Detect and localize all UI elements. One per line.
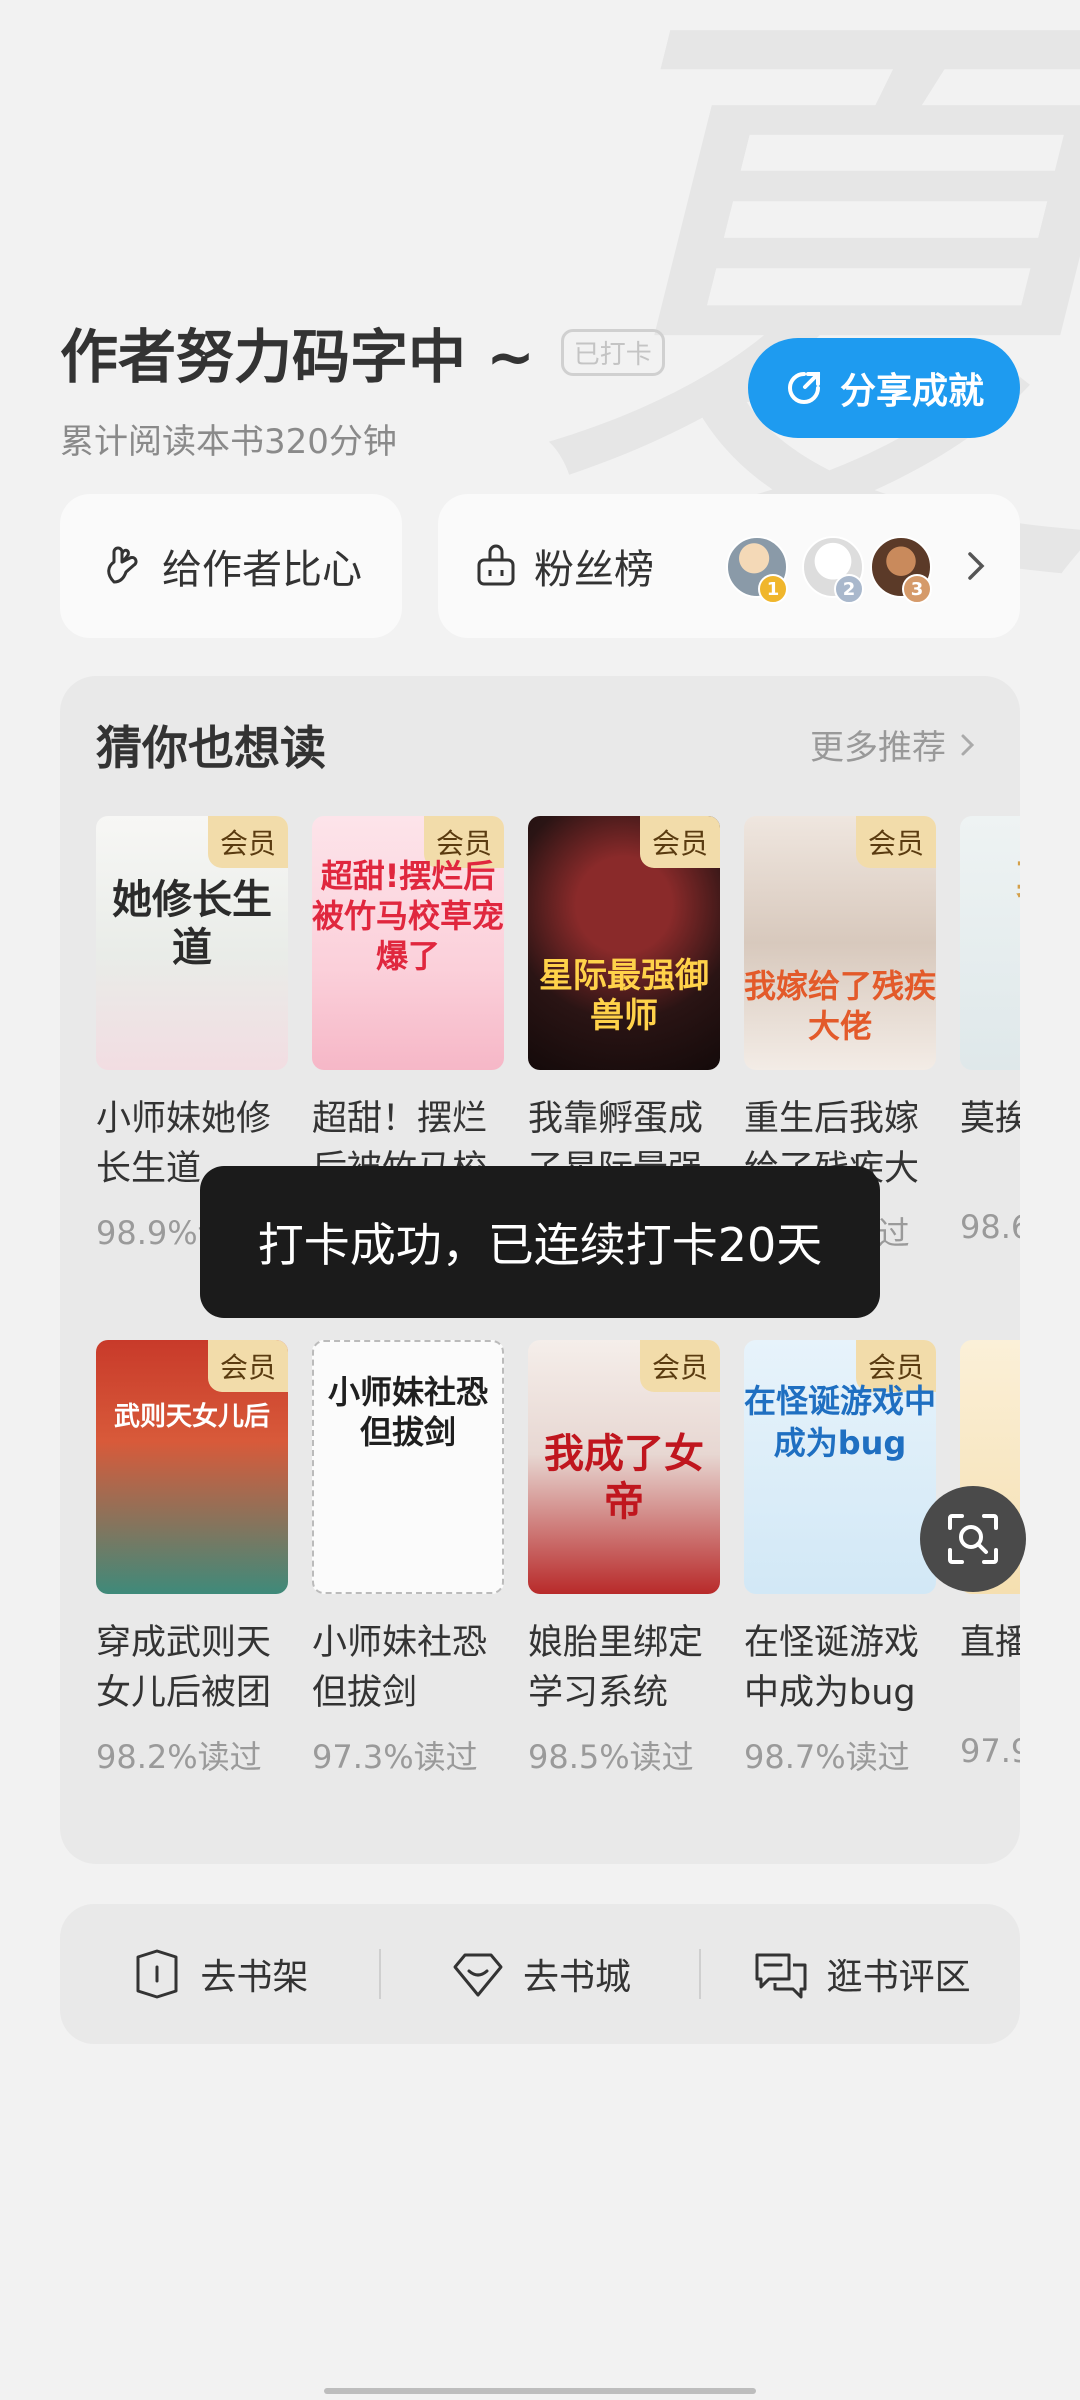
cover-title: 在怪诞游戏中成为bug	[744, 1382, 936, 1462]
bookshelf-icon	[136, 1949, 178, 1999]
checked-in-badge: 已打卡	[560, 328, 665, 376]
share-icon	[788, 372, 820, 404]
book-cover: 会员 她修长生道	[96, 816, 288, 1070]
vip-badge: 会员	[855, 816, 936, 868]
chevron-right-icon	[961, 734, 975, 755]
rank-badge: 1	[758, 574, 788, 604]
title-text: 作者努力码字中 ~	[60, 323, 535, 391]
page-title: 作者努力码字中 ~ 已打卡	[60, 310, 665, 394]
go-bookshelf-button[interactable]: 去书架	[60, 1947, 379, 2001]
bottom-action-bar: 去书架 去书城 逛书评区	[60, 1904, 1020, 2044]
chevron-right-icon	[964, 546, 988, 590]
rank-badge: 3	[902, 574, 932, 604]
book-cover: 小师妹社恐但拔剑	[312, 1340, 504, 1594]
book-title: 在怪诞游戏中成为bug	[744, 1623, 920, 1713]
book-title: 穿成武则天女儿后被团	[96, 1623, 272, 1713]
more-label: 更多推荐	[810, 728, 946, 768]
book-reviews-button[interactable]: 逛书评区	[701, 1947, 1020, 2001]
share-achievement-button[interactable]: 分享成就	[748, 338, 1020, 438]
reviews-label: 逛书评区	[826, 1957, 971, 1998]
finger-heart-icon	[100, 544, 144, 588]
fans-icon	[474, 544, 518, 588]
home-indicator[interactable]	[324, 2388, 756, 2394]
reading-time-text: 累计阅读本书320分钟	[60, 422, 397, 462]
rank-badge: 2	[834, 574, 864, 604]
book-title: 娘胎里绑定学习系统	[528, 1623, 704, 1713]
book-title: 小师妹社恐但拔剑	[312, 1623, 488, 1713]
cover-title: 武则天女儿后	[113, 1402, 270, 1432]
cover-title: 超甜!摆烂后被竹马校草宠爆了	[312, 857, 504, 975]
bookshelf-label: 去书架	[200, 1957, 309, 1998]
book-card[interactable]: 会员 武则天女儿后 穿成武则天女儿后被团 98.2%读过	[96, 1340, 288, 1778]
visual-search-button[interactable]	[920, 1486, 1026, 1592]
cover-title: 小师妹社恐但拔剑	[327, 1373, 488, 1451]
vip-badge: 会员	[207, 1340, 288, 1392]
book-card[interactable]: 莫挨 莫挨修无 98.6	[960, 816, 1020, 1246]
book-title: 直播后，	[960, 1623, 1020, 1663]
cover-title: 全	[960, 1410, 1020, 1458]
bookstore-label: 去书城	[523, 1957, 632, 1998]
go-bookstore-button[interactable]: 去书城	[381, 1947, 700, 2001]
vip-badge: 会员	[639, 816, 720, 868]
book-cover: 会员 武则天女儿后	[96, 1340, 288, 1594]
recommend-title: 猜你也想读	[96, 721, 326, 775]
book-cover: 会员 我嫁给了残疾大佬	[744, 816, 936, 1070]
more-recommend-link[interactable]: 更多推荐	[810, 720, 980, 769]
book-read-rate: 98.5%读过	[528, 1738, 694, 1776]
cover-title: 莫挨	[960, 856, 1020, 904]
book-card[interactable]: 小师妹社恐但拔剑 小师妹社恐但拔剑 97.3%读过	[312, 1340, 504, 1778]
cover-title: 她修长生道	[112, 876, 272, 971]
cover-title: 星际最强御兽师	[539, 956, 709, 1036]
book-card[interactable]: 会员 星际最强御兽师 我靠孵蛋成了星际最强	[528, 816, 720, 1208]
cover-title: 我嫁给了残疾大佬	[744, 967, 936, 1045]
chat-bubbles-icon	[755, 1953, 807, 1999]
heart-label: 给作者比心	[162, 547, 362, 593]
bookstore-icon	[453, 1953, 503, 1997]
book-card[interactable]: 会员 超甜!摆烂后被竹马校草宠爆了 超甜！摆烂后被竹马校	[312, 816, 504, 1208]
book-card[interactable]: 会员 在怪诞游戏中成为bug 在怪诞游戏中成为bug 98.7%读过	[744, 1340, 936, 1778]
book-title: 莫挨修无	[960, 1099, 1020, 1139]
checkin-toast: 打卡成功，已连续打卡20天	[200, 1166, 880, 1318]
book-read-rate: 98.7%读过	[744, 1738, 910, 1776]
fans-label: 粉丝榜	[534, 547, 654, 593]
book-cover: 会员 在怪诞游戏中成为bug	[744, 1340, 936, 1594]
book-card[interactable]: 会员 我成了女帝 娘胎里绑定学习系统 98.5%读过	[528, 1340, 720, 1778]
book-cover: 会员 我成了女帝	[528, 1340, 720, 1594]
book-read-rate: 98.2%读过	[96, 1738, 262, 1776]
share-button-label: 分享成就	[839, 371, 984, 412]
cover-title: 我成了女帝	[544, 1430, 704, 1525]
vip-badge: 会员	[207, 816, 288, 868]
send-heart-button[interactable]: 给作者比心	[60, 494, 402, 638]
book-cover: 会员 超甜!摆烂后被竹马校草宠爆了	[312, 816, 504, 1070]
book-cover: 莫挨	[960, 816, 1020, 1070]
book-read-rate: 97.9	[960, 1732, 1020, 1770]
scan-search-icon	[948, 1514, 998, 1564]
book-cover: 会员 星际最强御兽师	[528, 816, 720, 1070]
vip-badge: 会员	[639, 1340, 720, 1392]
fans-ranking-button[interactable]: 粉丝榜 1 2 3	[438, 494, 1020, 638]
book-read-rate: 98.6	[960, 1208, 1020, 1246]
book-read-rate: 97.3%读过	[312, 1738, 478, 1776]
